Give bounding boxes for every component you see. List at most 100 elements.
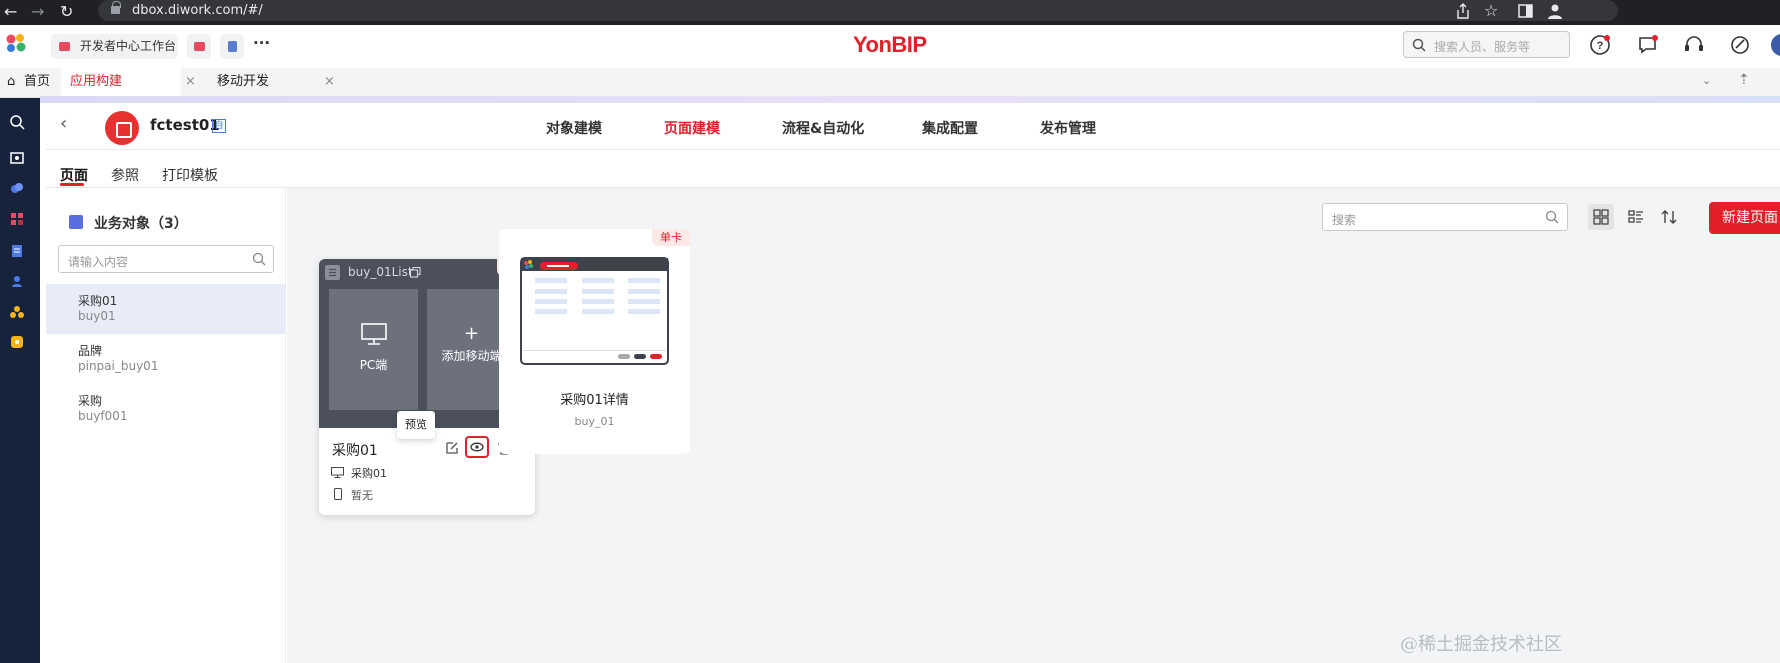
rail-folder-icon[interactable] [9,150,25,166]
global-search-input[interactable]: 搜索人员、服务等 [1403,31,1570,58]
left-rail [0,98,40,663]
object-name: 品牌 [78,344,103,358]
workspace-tab-icon [59,42,70,51]
reload-icon[interactable]: ↻ [60,2,73,22]
more-tabs-button[interactable]: ··· [253,34,270,52]
svg-text:?: ? [1597,40,1604,52]
project-name: fctest01 [150,116,220,134]
preview-tooltip: 预览 [397,411,435,439]
rail-grid-icon[interactable] [9,211,25,227]
object-name: 采购 [78,394,103,408]
rail-user-icon[interactable] [9,273,25,289]
rail-app-icon[interactable] [9,334,25,350]
page-card-detail[interactable]: 单卡 采购01详情 buy_01 [499,229,690,454]
desktop-icon [331,467,344,478]
nav-object-modeling[interactable]: 对象建模 [546,118,602,138]
workspace-tab[interactable]: 开发者中心工作台 [51,34,178,59]
page-search-input[interactable]: 搜索 [1322,203,1568,231]
search-icon [252,252,266,266]
preview-eye-icon[interactable] [465,436,489,458]
forward-arrow-icon[interactable]: → [31,2,44,22]
tab-mobile-dev-label: 移动开发 [217,74,270,89]
nav-integration-config[interactable]: 集成配置 [922,118,978,138]
object-search-input[interactable]: 请输入内容 [58,245,274,273]
grid-view-icon[interactable] [1588,204,1614,230]
browser-toolbar: ← → ↻ dbox.diwork.com/#/ ☆ [0,0,1780,25]
app-header: 开发者中心工作台 ··· YonBIP 搜索人员、服务等 ? [0,25,1780,68]
business-object-icon [69,215,83,229]
rail-doc-icon[interactable] [9,243,25,259]
sort-icon[interactable] [1660,208,1678,226]
tab-app-build[interactable]: 应用构建 × [61,68,196,97]
desktop-icon [361,323,387,345]
rail-cluster-icon[interactable] [9,304,25,320]
project-header: ‹ fctest01 自 对象建模 页面建模 流程&自动化 集成配置 发布管理 [46,103,1780,150]
list-item[interactable]: 品牌 pinpai_buy01 [46,334,286,384]
global-search-placeholder: 搜索人员、服务等 [1434,40,1531,54]
active-tab-indicator [60,183,84,186]
page-search-placeholder: 搜索 [1332,213,1357,227]
rail-cloud-icon[interactable] [9,180,25,196]
user-avatar[interactable] [1770,33,1780,57]
app-menu-logo-icon[interactable] [5,32,27,54]
back-chevron-icon[interactable]: ‹ [60,113,82,135]
tab-home-label: 首页 [24,74,51,89]
bookmark-star-icon[interactable]: ☆ [1484,1,1498,21]
edit-icon[interactable] [444,440,460,456]
home-icon: ⌂ [7,74,16,89]
copy-icon[interactable] [410,267,421,278]
nav-process-automation[interactable]: 流程&自动化 [782,118,864,138]
panel-title: 业务对象（3） [94,216,188,232]
workspace-tab-label: 开发者中心工作台 [80,39,177,53]
close-icon[interactable]: × [185,68,196,96]
tab-references[interactable]: 参照 [111,165,139,185]
help-icon[interactable]: ? [1589,34,1611,56]
card-page-name: 采购01 [332,443,378,459]
nav-page-modeling[interactable]: 页面建模 [664,118,720,138]
open-tabs-bar: ⌂ 首页 应用构建 × 移动开发 × ⌄ ⇡ [0,68,1780,98]
chevron-down-icon[interactable]: ⌄ [1702,74,1711,87]
message-icon[interactable] [1637,34,1659,56]
card-page-name: 采购01详情 [560,393,629,408]
project-badge: 自 [212,119,226,133]
side-panel-icon[interactable] [1518,4,1533,18]
tab-app-build-label: 应用构建 [70,74,123,89]
project-logo [105,111,139,145]
tab-pages[interactable]: 页面 [60,165,88,185]
url-text[interactable]: dbox.diwork.com/#/ [132,3,263,18]
nav-publish-management[interactable]: 发布管理 [1040,118,1096,138]
profile-icon[interactable] [1547,3,1563,19]
tab-mobile-dev[interactable]: 移动开发 × [208,68,335,97]
shortcut-tab-red[interactable] [187,34,211,59]
card-thumbnail-illustration [520,257,669,365]
pc-client-label: PC端 [359,358,388,372]
object-code: buyf001 [78,409,128,423]
object-name: 采购01 [78,294,118,308]
sub-tabs: 页面 参照 打印模板 [46,150,1780,188]
list-item[interactable]: 采购 buyf001 [46,384,286,434]
customer-service-icon[interactable] [1683,34,1705,56]
share-icon[interactable] [1456,3,1470,19]
list-item[interactable]: 采购01 buy01 [46,284,286,334]
rail-search-icon[interactable] [9,114,25,130]
back-arrow-icon[interactable]: ← [4,2,17,22]
address-bar[interactable] [98,0,1618,21]
tab-home[interactable]: ⌂ 首页 [7,68,59,97]
tab-print-templates[interactable]: 打印模板 [162,165,218,185]
list-view-icon[interactable] [1627,208,1645,226]
decorative-band [40,96,1780,103]
lock-icon [111,1,121,14]
pc-client-box[interactable]: PC端 [329,289,418,410]
shortcut-tab-blue[interactable] [220,34,244,59]
pages-content: 搜索 新建页面 buy_01List 列表 PC端 + 添加移动端 采购01 采… [287,188,1780,663]
mobile-icon [334,488,342,500]
smart-assistant-icon[interactable] [1729,34,1751,56]
business-objects-panel: 业务对象（3） 请输入内容 采购01 buy01 品牌 pinpai_buy01… [46,188,286,663]
mobile-page-row: 暂无 [351,489,373,502]
new-page-button[interactable]: 新建页面 [1709,202,1780,234]
upload-icon[interactable]: ⇡ [1738,72,1750,88]
search-icon [1412,38,1426,52]
card-title: buy_01List [348,265,413,279]
shortcut-red-icon [194,42,205,51]
close-icon[interactable]: × [324,68,335,96]
